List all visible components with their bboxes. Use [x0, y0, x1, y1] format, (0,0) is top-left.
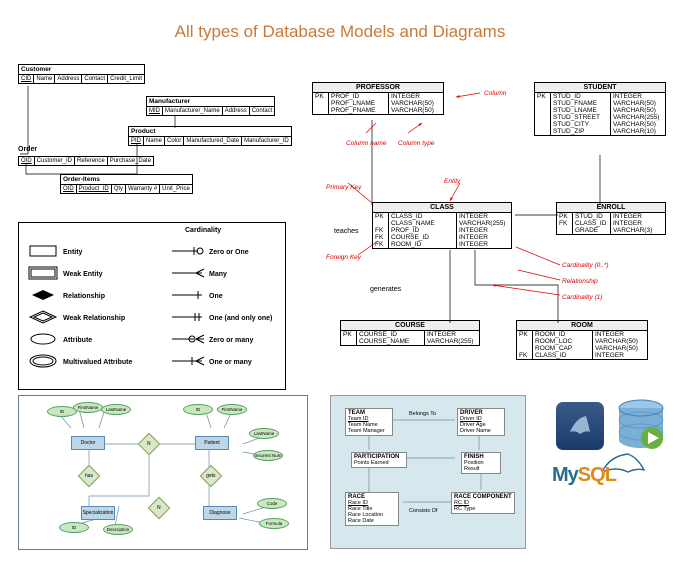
label-cardinality-one: Cardinality (1): [562, 294, 602, 301]
ptable-row: CLASS_NAMEVARCHAR(255): [373, 220, 511, 227]
ptable-row: COURSE_NAMEVARCHAR(255): [341, 338, 479, 345]
ptable-row: GRADEVARCHAR(3): [557, 227, 665, 234]
ptable-row: PKCOURSE_IDINTEGER: [341, 331, 479, 338]
table-customer: Customer CID Name Address Contact Credit…: [18, 64, 145, 84]
ptable-student: STUDENT PKSTUD_IDINTEGERSTUD_FNAMEVARCHA…: [534, 82, 666, 136]
label-entity: Entity: [444, 178, 460, 185]
ptable-row: ROOM_LOCVARCHAR(50): [517, 338, 647, 345]
ptable-row: PKSTUD_IDINTEGER: [535, 93, 665, 100]
label-order: Order: [18, 146, 37, 153]
label-relationship: Relationship: [562, 278, 598, 285]
ptable-row: FKROOM_IDINTEGER: [373, 241, 511, 248]
ptable-enroll: ENROLL PKSTUD_IDINTEGERFKCLASS_IDINTEGER…: [556, 202, 666, 235]
ptable-course: COURSE PKCOURSE_IDINTEGERCOURSE_NAMEVARC…: [340, 320, 480, 346]
ptable-row: STUD_CITYVARCHAR(50): [535, 121, 665, 128]
label-cardinality-many: Cardinality (0..*): [562, 262, 609, 269]
ptable-professor: PROFESSOR PKPROF_IDINTEGERPROF_LNAMEVARC…: [312, 82, 444, 115]
ptable-row: STUD_LNAMEVARCHAR(50): [535, 107, 665, 114]
ptable-row: PKCLASS_IDINTEGER: [373, 213, 511, 220]
label-primary-key: Primary Key: [326, 184, 361, 191]
label-teaches: teaches: [334, 228, 359, 235]
label-generates: generates: [370, 286, 401, 293]
ptable-row: FKCLASS_IDINTEGER: [517, 352, 647, 359]
label-column: Column: [484, 90, 506, 97]
ptable-class: CLASS PKCLASS_IDINTEGERCLASS_NAMEVARCHAR…: [372, 202, 512, 249]
ptable-room: ROOM PKROOM_IDINTEGERROOM_LOCVARCHAR(50)…: [516, 320, 648, 360]
database-cylinder-icon: [614, 398, 668, 454]
table-product: Product PID Name Color Manufactured_Date…: [128, 126, 292, 146]
er-diagram: Doctor Patient Specialization Diagnose I…: [18, 395, 308, 550]
table-order: OID Customer_ID Reference Purchase_Date: [18, 156, 154, 166]
ptable-row: STUD_FNAMEVARCHAR(50): [535, 100, 665, 107]
table-order-items: Order-Items OID Product_ID Qty Warranty …: [60, 174, 193, 194]
page-title: All types of Database Models and Diagram…: [0, 0, 680, 42]
ptable-row: PKSTUD_IDINTEGER: [557, 213, 665, 220]
ptable-row: FKCLASS_IDINTEGER: [557, 220, 665, 227]
label-column-type: Column type: [398, 140, 435, 147]
ptable-row: FKCOURSE_IDINTEGER: [373, 234, 511, 241]
mysql-icon: [556, 402, 604, 450]
mysql-logo: MySQL: [552, 464, 616, 487]
ptable-row: STUD_ZIPVARCHAR(10): [535, 128, 665, 135]
label-foreign-key: Foreign Key: [326, 254, 361, 261]
ptable-row: PKPROF_IDINTEGER: [313, 93, 443, 100]
table-manufacturer: Manufacturer MID Manufacturer_Name Addre…: [146, 96, 275, 116]
ptable-row: PROF_LNAMEVARCHAR(50): [313, 100, 443, 107]
ptable-row: PROF_FNAMEVARCHAR(50): [313, 107, 443, 114]
ptable-row: PKROOM_IDINTEGER: [517, 331, 647, 338]
ptable-row: STUD_STREETVARCHAR(255): [535, 114, 665, 121]
ptable-row: FKPROF_IDINTEGER: [373, 227, 511, 234]
ptable-row: ROOM_CAPVARCHAR(50): [517, 345, 647, 352]
label-column-name: Column name: [346, 140, 386, 147]
blue-diagram: TEAMTeam IDTeam NameTeam Manager DRIVERD…: [330, 395, 526, 549]
legend-box: Cardinality Entity Weak Entity Relations…: [18, 222, 286, 390]
